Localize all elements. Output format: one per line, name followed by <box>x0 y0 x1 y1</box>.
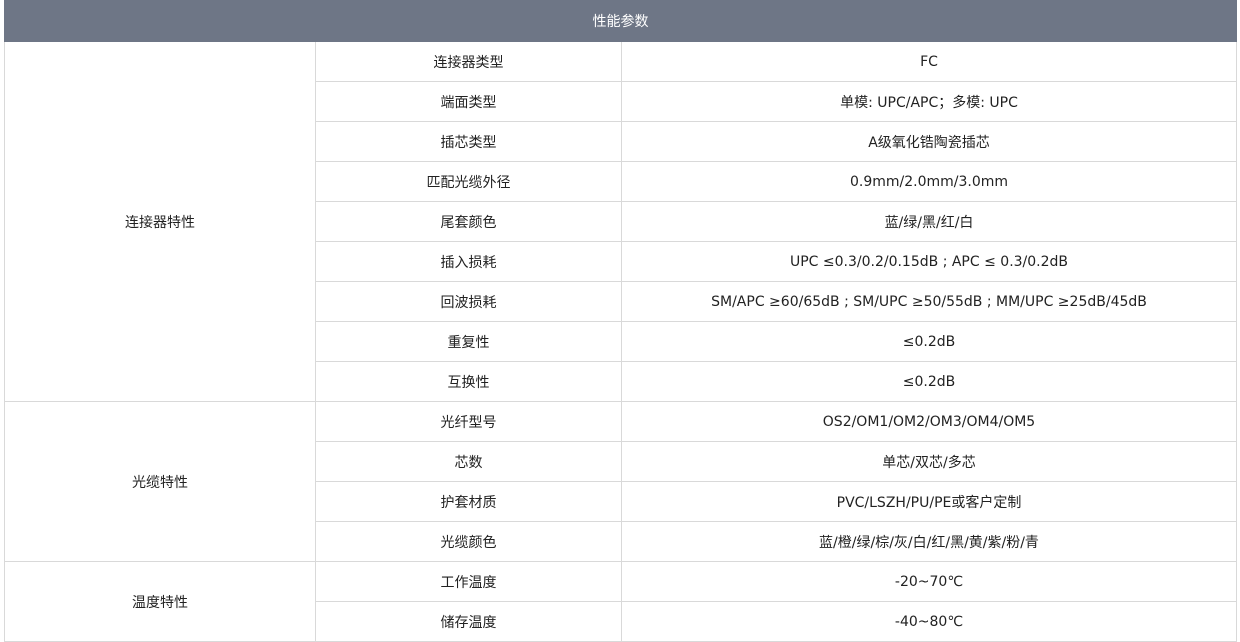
param-name-cell: 插入损耗 <box>315 241 622 282</box>
spec-table-container: 性能参数 连接器特性 连接器类型 FC 端面类型 单模: UPC/APC；多模: UPC… <box>4 0 1237 642</box>
param-name-cell: 芯数 <box>315 441 622 482</box>
param-name-cell: 光缆颜色 <box>315 521 622 562</box>
param-value-cell: UPC ≤0.3/0.2/0.15dB ; APC ≤ 0.3/0.2dB <box>621 241 1237 282</box>
group-name-cell: 温度特性 <box>4 561 316 642</box>
param-name-cell: 连接器类型 <box>315 41 622 82</box>
param-value-cell: -20~70℃ <box>621 561 1237 602</box>
table-title: 性能参数 <box>4 0 1237 42</box>
param-value-cell: PVC/LSZH/PU/PE或客户定制 <box>621 481 1237 522</box>
param-value-cell: 蓝/橙/绿/棕/灰/白/红/黑/黄/紫/粉/青 <box>621 521 1237 562</box>
param-name-cell: 回波损耗 <box>315 281 622 322</box>
param-name-cell: 插芯类型 <box>315 121 622 162</box>
param-value-cell: -40~80℃ <box>621 601 1237 642</box>
table-row: 温度特性 工作温度 -20~70℃ <box>4 561 1237 642</box>
param-value-cell: FC <box>621 41 1237 82</box>
table-row: 光缆特性 光纤型号 OS2/OM1/OM2/OM3/OM4/OM5 <box>4 401 1237 562</box>
param-name-cell: 互换性 <box>315 361 622 402</box>
param-name-cell: 光纤型号 <box>315 401 622 442</box>
table-row: 连接器特性 连接器类型 FC <box>4 41 1237 402</box>
param-name-cell: 护套材质 <box>315 481 622 522</box>
table-body: 连接器特性 连接器类型 FC 端面类型 单模: UPC/APC；多模: UPC 插芯类型 A… <box>4 41 1237 642</box>
param-name-cell: 储存温度 <box>315 601 622 642</box>
param-name-cell: 尾套颜色 <box>315 201 622 242</box>
param-value-cell: 蓝/绿/黑/红/白 <box>621 201 1237 242</box>
performance-spec-table: 性能参数 连接器特性 连接器类型 FC 端面类型 单模: UPC/APC；多模: UPC… <box>4 0 1237 642</box>
param-name-cell: 匹配光缆外径 <box>315 161 622 202</box>
group-name-cell: 连接器特性 <box>4 41 316 402</box>
param-value-cell: 0.9mm/2.0mm/3.0mm <box>621 161 1237 202</box>
param-name-cell: 端面类型 <box>315 81 622 122</box>
param-value-cell: ≤0.2dB <box>621 321 1237 362</box>
param-value-cell: OS2/OM1/OM2/OM3/OM4/OM5 <box>621 401 1237 442</box>
param-value-cell: ≤0.2dB <box>621 361 1237 402</box>
table-header-row: 性能参数 <box>4 0 1237 42</box>
param-name-cell: 重复性 <box>315 321 622 362</box>
param-value-cell: A级氧化锆陶瓷插芯 <box>621 121 1237 162</box>
param-value-cell: 单模: UPC/APC；多模: UPC <box>621 81 1237 122</box>
group-name-cell: 光缆特性 <box>4 401 316 562</box>
param-value-cell: SM/APC ≥60/65dB ; SM/UPC ≥50/55dB ; MM/U… <box>621 281 1237 322</box>
param-name-cell: 工作温度 <box>315 561 622 602</box>
param-value-cell: 单芯/双芯/多芯 <box>621 441 1237 482</box>
